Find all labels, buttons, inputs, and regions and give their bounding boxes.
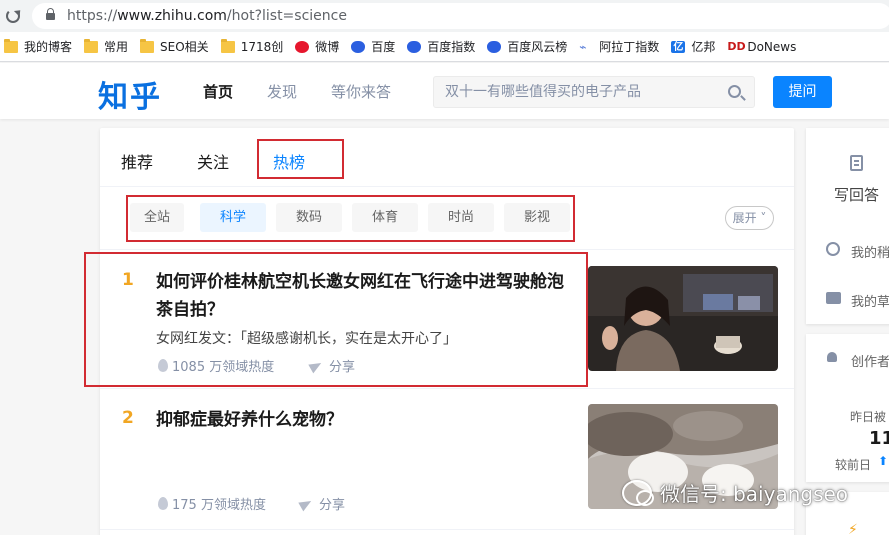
write-answer-icon	[850, 155, 863, 171]
folder-icon	[84, 38, 99, 53]
aladdin-icon: ⌁	[579, 39, 587, 54]
search-input[interactable]	[445, 84, 715, 100]
folder-icon	[220, 38, 235, 53]
yesterday-count: 11	[869, 428, 889, 449]
ask-button[interactable]: 提问	[773, 76, 832, 108]
bookmark-item[interactable]: SEO相关	[140, 38, 209, 55]
baidu-paw-icon	[351, 40, 366, 53]
expand-button[interactable]: 展开 ˅	[725, 206, 774, 230]
creator-card: 创作者 昨日被 11 较前日 ⬆	[806, 334, 889, 482]
flame-icon	[158, 497, 168, 510]
nav-discover[interactable]: 发现	[267, 81, 297, 102]
selfie-photo	[588, 266, 778, 371]
bookmark-item[interactable]: 百度	[351, 38, 395, 55]
baidu-paw-icon	[407, 40, 422, 53]
lightning-icon: ⚡	[848, 522, 858, 535]
search-icon[interactable]	[728, 85, 741, 98]
hot-list-card: 推荐 关注 热榜 全站 科学 数码 体育 时尚 影视 展开 ˅ 1 如何评价桂林…	[84, 128, 794, 535]
paper-plane-icon	[298, 496, 314, 511]
sidebar-item-drafts[interactable]: 我的草	[851, 291, 889, 310]
baidu-paw-icon	[487, 40, 502, 53]
highlight-box	[84, 252, 588, 387]
bookmark-item[interactable]: 百度指数	[407, 38, 475, 55]
sidebar-actions-card: 写回答 我的稍 我的草	[806, 128, 889, 324]
search-box	[433, 76, 755, 108]
tab-follow[interactable]: 关注	[197, 149, 229, 173]
arrow-up-icon: ⬆	[878, 454, 889, 468]
question-thumbnail[interactable]	[588, 266, 778, 371]
creator-icon	[827, 352, 837, 362]
highlight-box	[257, 139, 344, 179]
bookmarks-bar: 我的博客 常用 SEO相关 1718创 微博 百度 百度指数 百度风云榜 ⌁ 阿拉…	[0, 32, 889, 62]
bookmark-item[interactable]: 微博	[295, 38, 339, 55]
wechat-icon	[622, 479, 654, 506]
bookmark-item[interactable]: 常用	[84, 38, 128, 55]
prev-day-label: 较前日	[835, 458, 872, 472]
nav-waiting-answers[interactable]: 等你来答	[331, 81, 391, 102]
site-header: 知乎 首页 发现 等你来答 提问	[0, 63, 889, 119]
bookmark-item[interactable]: 1718创	[220, 38, 283, 55]
browser-address-bar: https://www.zhihu.com/hot?list=science	[0, 0, 889, 32]
question-title[interactable]: 抑郁症最好养什么宠物？	[156, 406, 576, 434]
reload-icon[interactable]	[6, 9, 20, 23]
bookmark-item[interactable]: DD DoNews	[727, 40, 796, 54]
divider	[100, 388, 794, 389]
folder-icon	[140, 38, 155, 53]
creator-center-link[interactable]: 创作者	[851, 351, 889, 370]
hot-list-item[interactable]: 2 抑郁症最好养什么宠物？ 175 万领域热度 分享	[100, 390, 794, 530]
yibang-icon: 亿	[671, 40, 686, 53]
bookmark-item[interactable]: 百度风云榜	[487, 38, 567, 55]
zhihu-logo[interactable]: 知乎	[98, 72, 162, 116]
donews-icon: DD	[727, 39, 746, 53]
nav-home[interactable]: 首页	[203, 81, 233, 102]
wechat-watermark: 微信号: baiyangseo	[622, 478, 848, 507]
category-bar: 全站 科学 数码 体育 时尚 影视 展开 ˅	[100, 188, 794, 250]
highlight-box	[126, 195, 575, 242]
bookmark-item[interactable]: ⌁ 阿拉丁指数	[579, 38, 659, 55]
share-button[interactable]: 分享	[298, 494, 345, 513]
yesterday-label: 昨日被	[850, 410, 887, 424]
divider	[100, 529, 794, 530]
bookmark-item[interactable]: 我的博客	[4, 38, 72, 55]
feed-tabs: 推荐 关注 热榜	[100, 128, 794, 187]
sidebar-item-later[interactable]: 我的稍	[851, 242, 889, 261]
tab-recommend[interactable]: 推荐	[121, 149, 153, 173]
draft-box-icon	[826, 292, 841, 304]
url-field[interactable]: https://www.zhihu.com/hot?list=science	[32, 3, 889, 29]
write-answer-link[interactable]: 写回答	[834, 184, 879, 205]
weibo-icon	[295, 40, 310, 53]
lock-icon[interactable]	[46, 7, 55, 20]
bookmark-item[interactable]: 亿亿邦	[671, 38, 715, 55]
heat-metric: 175 万领域热度	[158, 494, 266, 513]
folder-icon	[4, 38, 18, 53]
url-text[interactable]: https://www.zhihu.com/hot?list=science	[67, 8, 347, 24]
clock-icon	[826, 242, 840, 256]
rank-number: 2	[122, 408, 134, 428]
chevron-down-icon: ˅	[756, 211, 767, 225]
